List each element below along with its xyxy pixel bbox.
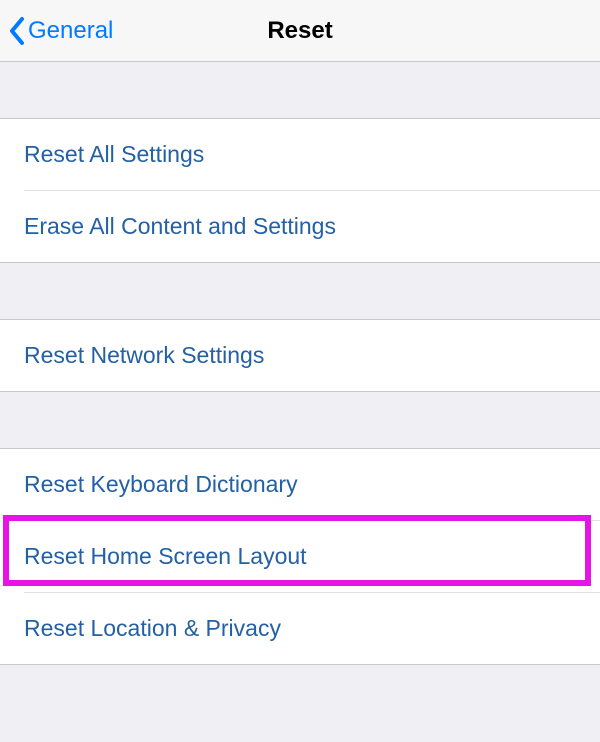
- spacer: [0, 392, 600, 448]
- reset-home-screen-layout-row[interactable]: Reset Home Screen Layout: [0, 521, 600, 592]
- nav-bar: General Reset: [0, 0, 600, 62]
- group-3: Reset Keyboard Dictionary Reset Home Scr…: [0, 448, 600, 665]
- back-label: General: [28, 17, 113, 45]
- page-title: Reset: [267, 17, 332, 45]
- reset-keyboard-dictionary-row[interactable]: Reset Keyboard Dictionary: [0, 449, 600, 520]
- back-button[interactable]: General: [0, 16, 113, 46]
- chevron-left-icon: [8, 16, 26, 46]
- reset-network-settings-row[interactable]: Reset Network Settings: [0, 320, 600, 391]
- group-1: Reset All Settings Erase All Content and…: [0, 118, 600, 263]
- group-2: Reset Network Settings: [0, 319, 600, 392]
- spacer: [0, 263, 600, 319]
- spacer: [0, 62, 600, 118]
- reset-location-privacy-row[interactable]: Reset Location & Privacy: [0, 593, 600, 664]
- reset-all-settings-row[interactable]: Reset All Settings: [0, 119, 600, 190]
- erase-all-content-row[interactable]: Erase All Content and Settings: [0, 191, 600, 262]
